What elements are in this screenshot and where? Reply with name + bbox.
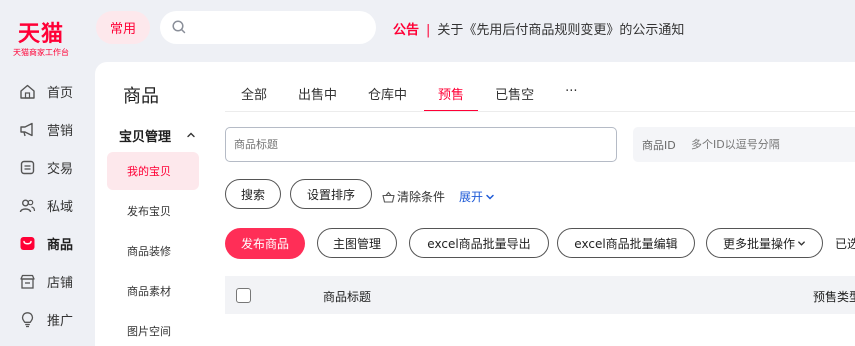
logo-subtitle: 天猫商家工作台 (13, 48, 69, 57)
select-all-checkbox[interactable] (236, 288, 251, 303)
expand-filters-button[interactable]: 展开 (459, 188, 495, 205)
sidebar-item-store[interactable]: 店铺 (0, 262, 95, 300)
item-id-input[interactable] (689, 138, 855, 151)
item-id-field[interactable]: 商品ID (633, 127, 855, 162)
common-button[interactable]: 常用 (96, 11, 150, 44)
column-header-presale-type[interactable]: 预售类型 (813, 288, 855, 305)
search-bar[interactable] (160, 11, 376, 44)
more-bulk-actions-label: 更多批量操作 (722, 236, 795, 251)
announcement-separator: | (426, 23, 431, 38)
sidebar-item-private-domain[interactable]: 私域 (0, 186, 95, 224)
announcement-tag: 公告 (393, 23, 420, 38)
sidebar-item-label: 推广 (47, 313, 74, 329)
more-bulk-actions-dropdown[interactable]: 更多批量操作 (706, 228, 823, 258)
secondary-nav: 宝贝管理 我的宝贝 发布宝贝 商品装修 商品素材 图片空间 (107, 120, 199, 346)
tmall-logo[interactable]: 天猫 天猫商家工作台 (0, 0, 95, 62)
sidebar-item-promotion[interactable]: 推广 (0, 300, 95, 338)
chevron-down-icon (486, 194, 494, 200)
subnav-item-image-space[interactable]: 图片空间 (107, 312, 199, 346)
megaphone-icon (20, 122, 33, 136)
publish-item-button[interactable]: 发布商品 (225, 228, 305, 259)
sidebar-item-home[interactable]: 首页 (0, 72, 95, 110)
sidebar-item-label: 营销 (47, 123, 74, 139)
users-icon (19, 199, 36, 212)
main-image-management-button[interactable]: 主图管理 (317, 228, 397, 258)
search-button[interactable]: 搜索 (225, 179, 281, 209)
tab-divider (225, 111, 855, 112)
expand-label: 展开 (459, 190, 484, 204)
item-id-label: 商品ID (642, 138, 676, 152)
subnav-item-my-items[interactable]: 我的宝贝 (107, 152, 199, 190)
basket-icon (382, 191, 395, 203)
home-icon (20, 84, 35, 99)
receipt-icon (20, 160, 35, 174)
table-header: 商品标题 预售类型 (225, 276, 855, 314)
set-sort-button[interactable]: 设置排序 (290, 179, 372, 209)
page-title: 商品 (123, 86, 159, 107)
tab-in-warehouse[interactable]: 仓库中 (354, 74, 421, 112)
sidebar-item-label: 私域 (47, 199, 74, 215)
subnav-group-label: 宝贝管理 (119, 129, 172, 145)
clear-conditions-button[interactable]: 清除条件 (382, 188, 445, 205)
title-search-input[interactable] (225, 127, 617, 162)
column-header-title[interactable]: 商品标题 (323, 288, 371, 305)
bulb-icon (21, 311, 34, 327)
subnav-item-item-materials[interactable]: 商品素材 (107, 272, 199, 310)
excel-bulk-edit-button[interactable]: excel商品批量编辑 (557, 228, 695, 258)
more-tabs-button[interactable]: ··· (551, 74, 591, 112)
sidebar-item-label: 商品 (47, 237, 74, 253)
subnav-item-publish-item[interactable]: 发布宝贝 (107, 192, 199, 230)
tab-on-sale[interactable]: 出售中 (284, 74, 351, 112)
logo-brand: 天猫 (18, 22, 65, 47)
sidebar-item-marketing[interactable]: 营销 (0, 110, 95, 148)
selected-count-label: 已选 (835, 237, 855, 251)
chevron-down-icon (798, 240, 805, 246)
sidebar-item-products[interactable]: 商品 (0, 224, 95, 262)
product-icon (20, 236, 35, 250)
clear-conditions-label: 清除条件 (397, 190, 446, 204)
subnav-group-item-management[interactable]: 宝贝管理 (107, 120, 199, 150)
sidebar-item-label: 首页 (47, 85, 74, 101)
chevron-up-icon (187, 132, 195, 138)
main-sidebar: 首页 营销 交易 私域 商品 店铺 推广 (0, 72, 95, 338)
announcement-bar[interactable]: 公告 | 关于《先用后付商品规则变更》的公示通知 (393, 19, 684, 38)
sidebar-item-trade[interactable]: 交易 (0, 148, 95, 186)
announcement-text[interactable]: 关于《先用后付商品规则变更》的公示通知 (437, 23, 684, 38)
status-tabs: 全部 出售中 仓库中 预售 已售空 ··· (227, 74, 594, 112)
content-panel: 商品 宝贝管理 我的宝贝 发布宝贝 商品装修 商品素材 图片空间 全部 出售中 … (95, 62, 855, 346)
sidebar-item-label: 店铺 (47, 275, 74, 291)
subnav-item-item-decoration[interactable]: 商品装修 (107, 232, 199, 270)
store-icon (20, 274, 35, 289)
excel-export-button[interactable]: excel商品批量导出 (409, 228, 549, 258)
search-icon (172, 20, 186, 34)
tab-all[interactable]: 全部 (227, 74, 281, 112)
sidebar-item-label: 交易 (47, 161, 74, 177)
tab-sold-out[interactable]: 已售空 (481, 74, 548, 112)
tab-presale[interactable]: 预售 (424, 74, 479, 112)
